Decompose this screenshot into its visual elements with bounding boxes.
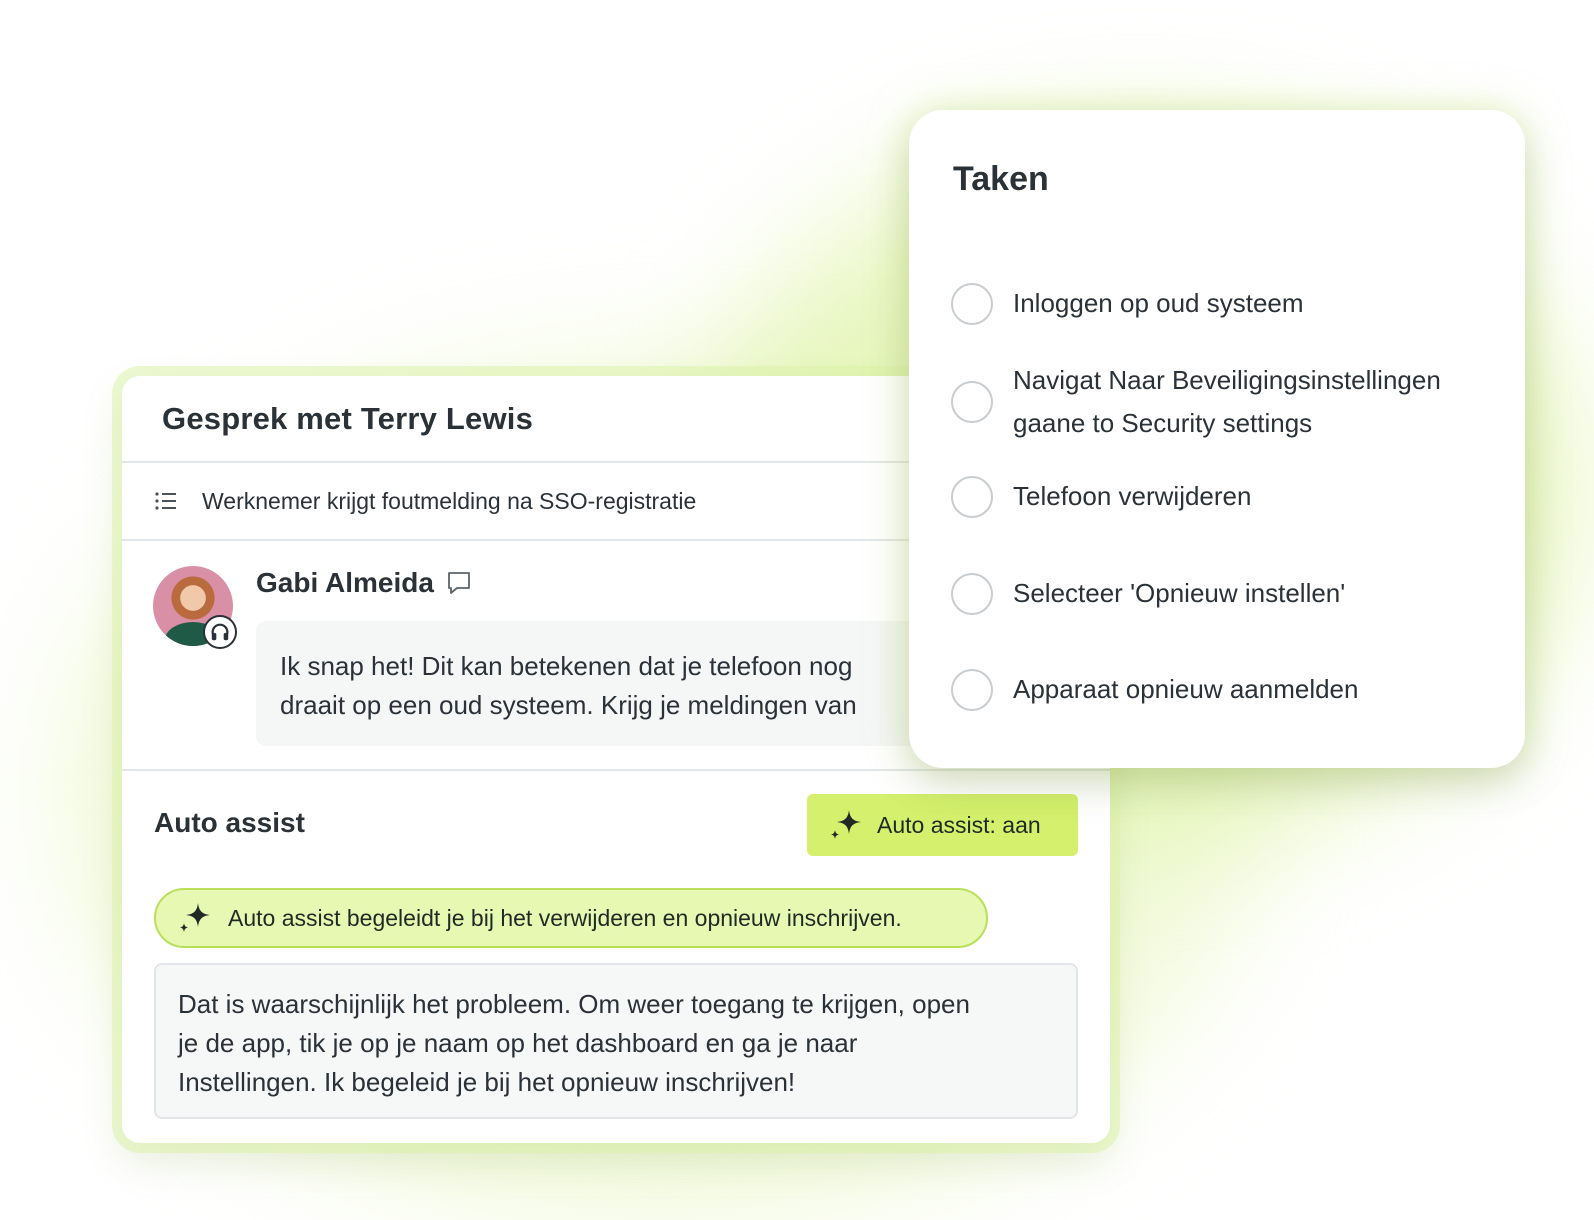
suggested-reply-text: Dat is waarschijnlijk het probleem. Om w…: [178, 989, 970, 1097]
checkbox-circle-icon[interactable]: [951, 572, 993, 615]
tasks-title: Taken: [953, 160, 1049, 198]
checkbox-circle-icon[interactable]: [951, 475, 993, 518]
auto-assist-heading: Auto assist: [154, 807, 305, 838]
sparkle-icon: [831, 810, 861, 839]
auto-assist-toggle-label: Auto assist: aan: [877, 811, 1041, 838]
sparkle-icon: [180, 903, 210, 932]
task-item[interactable]: Telefoon verwijderen: [951, 475, 1251, 518]
subject-text: Werknemer krijgt foutmelding na SSO-regi…: [202, 487, 697, 514]
comment-icon[interactable]: [446, 570, 472, 596]
task-label: Inloggen op oud systeem: [1013, 288, 1304, 318]
headset-icon-glyph: [211, 623, 229, 641]
headset-icon: [203, 615, 237, 649]
task-label: Selecteer 'Opnieuw instellen': [1013, 578, 1346, 608]
auto-assist-notice: Auto assist begeleidt je bij het verwijd…: [154, 888, 988, 948]
tasks-card: Taken Inloggen op oud systeem Navigat Na…: [909, 110, 1525, 768]
task-label: Apparaat opnieuw aanmelden: [1013, 674, 1359, 704]
suggested-reply[interactable]: Dat is waarschijnlijk het probleem. Om w…: [154, 963, 1078, 1119]
sender-row: Gabi Almeida: [256, 567, 472, 599]
task-item[interactable]: Inloggen op oud systeem: [951, 282, 1304, 325]
checkbox-circle-icon[interactable]: [951, 282, 993, 325]
auto-assist-notice-text: Auto assist begeleidt je bij het verwijd…: [228, 904, 902, 931]
sender-name: Gabi Almeida: [256, 567, 434, 598]
checkbox-circle-icon[interactable]: [951, 668, 993, 711]
auto-assist-section: Auto assist Auto assist: aan Auto assist…: [122, 771, 1110, 1143]
task-label: Telefoon verwijderen: [1013, 481, 1252, 511]
task-item[interactable]: Apparaat opnieuw aanmelden: [951, 668, 1358, 711]
task-item[interactable]: Selecteer 'Opnieuw instellen': [951, 572, 1345, 615]
task-label: Navigat Naar Beveiligingsinstellingen ga…: [1013, 365, 1441, 438]
list-icon: [155, 492, 176, 510]
task-item[interactable]: Navigat Naar Beveiligingsinstellingen ga…: [951, 359, 1441, 445]
auto-assist-toggle-button[interactable]: Auto assist: aan: [807, 794, 1078, 856]
checkbox-circle-icon[interactable]: [951, 381, 993, 423]
conversation-title: Gesprek met Terry Lewis: [162, 400, 534, 436]
